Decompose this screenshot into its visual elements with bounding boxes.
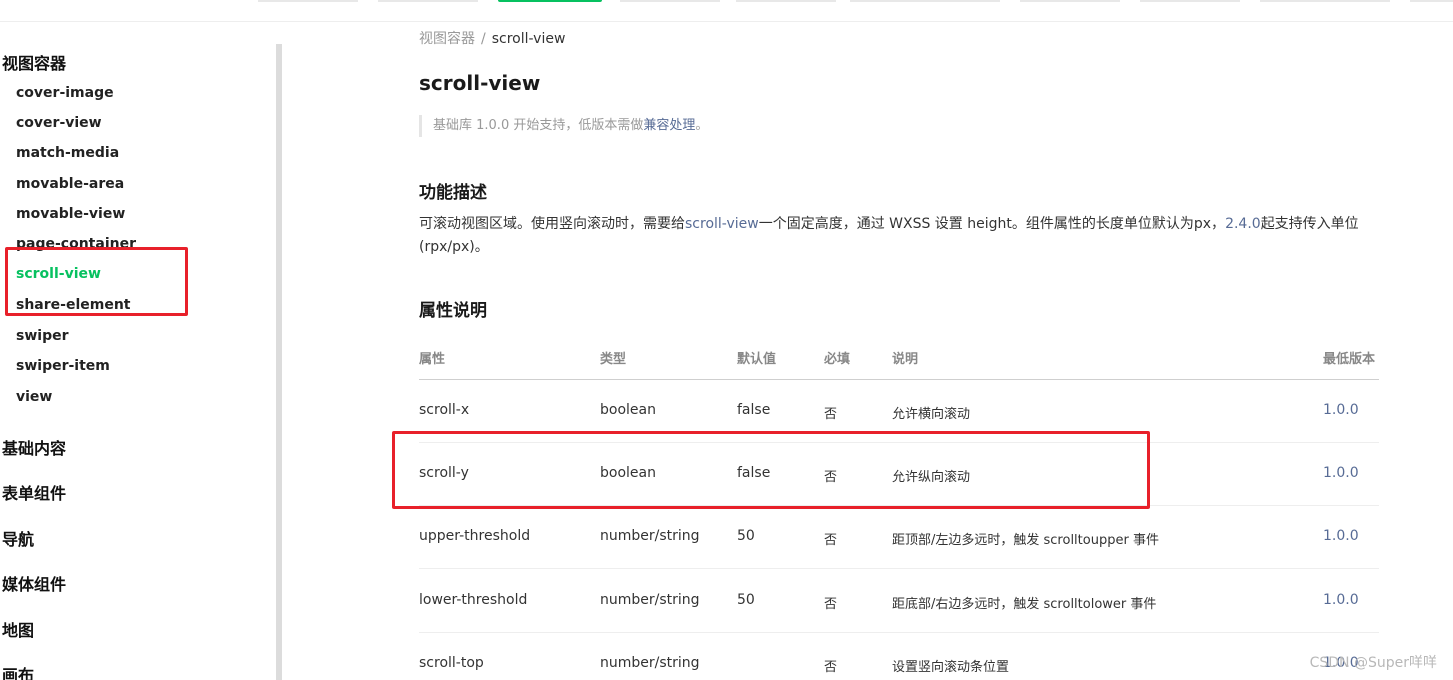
table-cell-description: 距底部/右边多远时，触发 scrolltolower 事件 [892, 597, 1157, 612]
column-header-description: 说明 [892, 352, 919, 367]
table-cell-type: number/string [600, 528, 700, 544]
desc-text-2: 一个固定高度，通过 WXSS 设置 height。组件属性的长度单位默认为px， [758, 216, 1226, 232]
sidebar-group-canvas[interactable]: 画布 [2, 662, 34, 680]
top-nav-tab[interactable] [736, 0, 836, 2]
sidebar-group-map[interactable]: 地图 [2, 617, 34, 641]
table-cell-property: scroll-x [419, 402, 470, 418]
breadcrumb: 视图容器 / scroll-view [419, 28, 565, 48]
table-cell-type: boolean [600, 402, 656, 418]
top-nav-tab[interactable] [1020, 0, 1120, 2]
table-cell-property: upper-threshold [419, 528, 531, 544]
sidebar-group-navigation[interactable]: 导航 [2, 526, 34, 550]
sidebar-scrollbar[interactable] [276, 44, 282, 680]
table-cell-min-version[interactable]: 1.0.0 [1323, 592, 1359, 608]
top-nav-tab[interactable] [258, 0, 358, 2]
desc-text-3: 起支持传入单位 [1260, 216, 1359, 232]
table-row-divider [419, 632, 1379, 633]
compat-link[interactable]: 兼容处理 [643, 118, 695, 133]
sidebar-item-swiper-item[interactable]: swiper-item [16, 358, 110, 374]
desc-text-1: 可滚动视图区域。使用竖向滚动时，需要给 [419, 216, 685, 232]
table-cell-min-version[interactable]: 1.0.0 [1323, 465, 1359, 481]
sidebar-item-movable-view[interactable]: movable-view [16, 206, 125, 222]
column-header-default: 默认值 [737, 352, 777, 367]
description-text: 可滚动视图区域。使用竖向滚动时，需要给scroll-view一个固定高度，通过 … [419, 213, 1379, 259]
sidebar-item-match-media[interactable]: match-media [16, 145, 119, 161]
table-cell-required: 否 [824, 407, 838, 422]
support-note-suffix: 。 [695, 118, 709, 133]
table-cell-description: 允许横向滚动 [892, 407, 971, 422]
top-nav-tab[interactable] [850, 0, 1000, 2]
version-link[interactable]: 2.4.0 [1225, 216, 1261, 232]
page-title: scroll-view [419, 71, 541, 95]
table-cell-default: false [737, 402, 771, 418]
table-cell-min-version[interactable]: 1.0.0 [1323, 528, 1359, 544]
table-cell-property: lower-threshold [419, 592, 528, 608]
breadcrumb-current: scroll-view [491, 31, 566, 47]
table-cell-required: 否 [824, 597, 838, 612]
sidebar-item-cover-image[interactable]: cover-image [16, 85, 114, 101]
top-nav-tab[interactable] [1140, 0, 1240, 2]
column-header-property: 属性 [419, 352, 446, 367]
sidebar-item-swiper[interactable]: swiper [16, 328, 69, 344]
table-cell-required: 否 [824, 533, 838, 548]
table-cell-min-version[interactable]: 1.0.0 [1323, 402, 1359, 418]
sidebar-item-cover-view[interactable]: cover-view [16, 115, 102, 131]
sidebar-group-view-container[interactable]: 视图容器 [2, 50, 66, 74]
top-nav-bar [0, 0, 1453, 22]
table-cell-description: 设置竖向滚动条位置 [892, 660, 1010, 675]
table-row-divider [419, 568, 1379, 569]
table-cell-required: 否 [824, 660, 838, 675]
table-cell-type: number/string [600, 592, 700, 608]
top-nav-tab[interactable] [1410, 0, 1453, 2]
scroll-view-link[interactable]: scroll-view [685, 216, 759, 232]
section-heading-properties: 属性说明 [419, 301, 487, 321]
sidebar-nav: 视图容器 cover-image cover-view match-media … [0, 22, 276, 680]
table-cell-type: number/string [600, 655, 700, 671]
table-header-divider [419, 379, 1379, 380]
top-nav-tab[interactable] [378, 0, 478, 2]
table-cell-property: scroll-top [419, 655, 484, 671]
sidebar-group-media-components[interactable]: 媒体组件 [2, 571, 66, 595]
table-cell-default: 50 [737, 528, 755, 544]
top-nav-tab[interactable] [620, 0, 720, 2]
top-nav-tab[interactable] [1260, 0, 1390, 2]
column-header-required: 必填 [824, 352, 851, 367]
column-header-min-version: 最低版本 [1323, 352, 1376, 367]
annotation-box-scroll-y-row [392, 431, 1150, 509]
annotation-box-sidebar [5, 247, 188, 316]
sidebar-group-basic-content[interactable]: 基础内容 [2, 435, 66, 459]
breadcrumb-separator: / [481, 31, 486, 47]
support-note-text: 基础库 1.0.0 开始支持，低版本需做 [433, 118, 644, 133]
section-heading-description: 功能描述 [419, 183, 487, 203]
support-note: 基础库 1.0.0 开始支持，低版本需做兼容处理。 [419, 115, 708, 137]
top-nav-tab-active[interactable] [498, 0, 602, 2]
sidebar-item-movable-area[interactable]: movable-area [16, 176, 124, 192]
column-header-type: 类型 [600, 352, 627, 367]
watermark: CSDN @Super咩咩 [1309, 655, 1437, 671]
sidebar-item-view[interactable]: view [16, 389, 52, 405]
desc-text-4: (rpx/px)。 [419, 239, 489, 255]
table-cell-default: 50 [737, 592, 755, 608]
table-cell-description: 距顶部/左边多远时，触发 scrolltoupper 事件 [892, 533, 1159, 548]
breadcrumb-parent[interactable]: 视图容器 [419, 31, 475, 47]
sidebar-group-form-components[interactable]: 表单组件 [2, 480, 66, 504]
